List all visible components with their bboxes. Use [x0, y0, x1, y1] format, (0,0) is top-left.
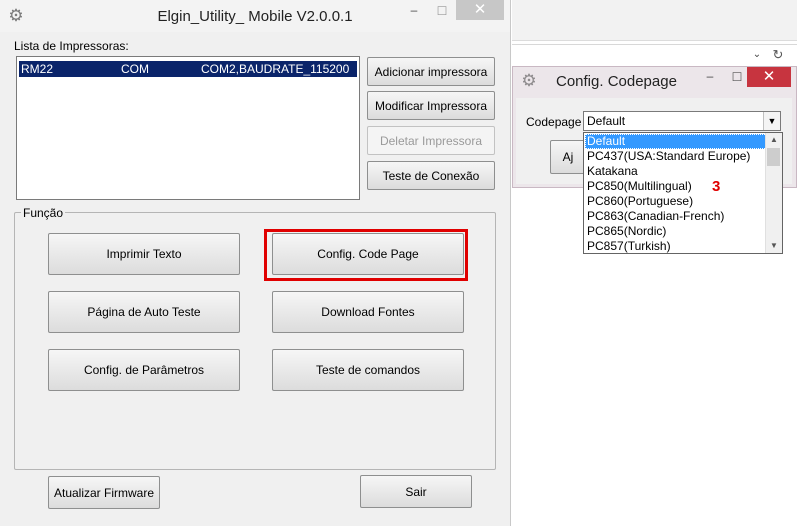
function-group-label: Função: [21, 206, 66, 220]
printer-type: COM: [121, 62, 149, 76]
commands-test-button[interactable]: Teste de comandos: [272, 349, 464, 391]
dialog-minimize-button[interactable]: –: [698, 68, 722, 88]
dialog-maximize-button[interactable]: ☐: [727, 68, 747, 88]
close-button[interactable]: ✕: [456, 0, 504, 20]
codepage-dropdown[interactable]: Default PC437(USA:Standard Europe) Katak…: [583, 132, 783, 254]
dropdown-option[interactable]: PC437(USA:Standard Europe): [585, 149, 767, 164]
background-window-toolbar: [512, 0, 797, 41]
title-bar: ⚙ Elgin_Utility_ Mobile V2.0.0.1 – ☐ ✕: [0, 0, 510, 32]
chevron-down-icon[interactable]: ▼: [763, 112, 780, 130]
printer-config: COM2,BAUDRATE_115200: [201, 62, 350, 76]
dropdown-option[interactable]: PC857(Turkish): [585, 239, 767, 253]
printer-list-label: Lista de Impressoras:: [14, 39, 129, 53]
maximize-button[interactable]: ☐: [428, 2, 456, 22]
scroll-up-icon[interactable]: ▲: [766, 133, 782, 147]
delete-printer-button[interactable]: Deletar Impressora: [367, 126, 495, 155]
update-firmware-button[interactable]: Atualizar Firmware: [48, 476, 160, 509]
dropdown-option[interactable]: Default: [585, 134, 767, 149]
self-test-button[interactable]: Página de Auto Teste: [48, 291, 240, 333]
printer-list[interactable]: RM22 COM COM2,BAUDRATE_115200: [16, 56, 360, 200]
gear-icon: ⚙: [521, 71, 537, 90]
dropdown-option[interactable]: PC860(Portuguese): [585, 194, 767, 209]
scroll-down-icon[interactable]: ▼: [766, 239, 782, 253]
codepage-select[interactable]: Default ▼: [583, 111, 781, 131]
highlight-box: [264, 229, 468, 281]
dialog-title: Config. Codepage: [556, 73, 677, 90]
params-button[interactable]: Config. de Parâmetros: [48, 349, 240, 391]
dropdown-option[interactable]: PC863(Canadian-French): [585, 209, 767, 224]
modify-printer-button[interactable]: Modificar Impressora: [367, 91, 495, 120]
dropdown-option[interactable]: PC850(Multilingual): [585, 179, 767, 194]
printer-name: RM22: [21, 62, 54, 76]
main-window: ⚙ Elgin_Utility_ Mobile V2.0.0.1 – ☐ ✕ L…: [0, 0, 511, 526]
exit-button[interactable]: Sair: [360, 475, 472, 508]
codepage-selected-value: Default: [587, 114, 626, 128]
dropdown-option[interactable]: Katakana: [585, 164, 767, 179]
chevron-down-icon[interactable]: ⌄: [750, 47, 764, 63]
scroll-thumb[interactable]: [767, 148, 780, 166]
test-connection-button[interactable]: Teste de Conexão: [367, 161, 495, 190]
refresh-icon[interactable]: ↻: [770, 46, 786, 64]
dialog-close-button[interactable]: ✕: [747, 67, 791, 87]
download-fonts-button[interactable]: Download Fontes: [272, 291, 464, 333]
add-printer-button[interactable]: Adicionar impressora: [367, 57, 495, 86]
dropdown-option[interactable]: PC865(Nordic): [585, 224, 767, 239]
dropdown-scrollbar[interactable]: ▲ ▼: [765, 133, 782, 253]
codepage-label: Codepage: [526, 115, 582, 129]
print-text-button[interactable]: Imprimir Texto: [48, 233, 240, 275]
printer-row[interactable]: RM22 COM COM2,BAUDRATE_115200: [19, 61, 357, 77]
apply-button[interactable]: Aj: [550, 140, 586, 174]
minimize-button[interactable]: –: [400, 2, 428, 22]
step-number-annotation: 3: [712, 178, 721, 195]
